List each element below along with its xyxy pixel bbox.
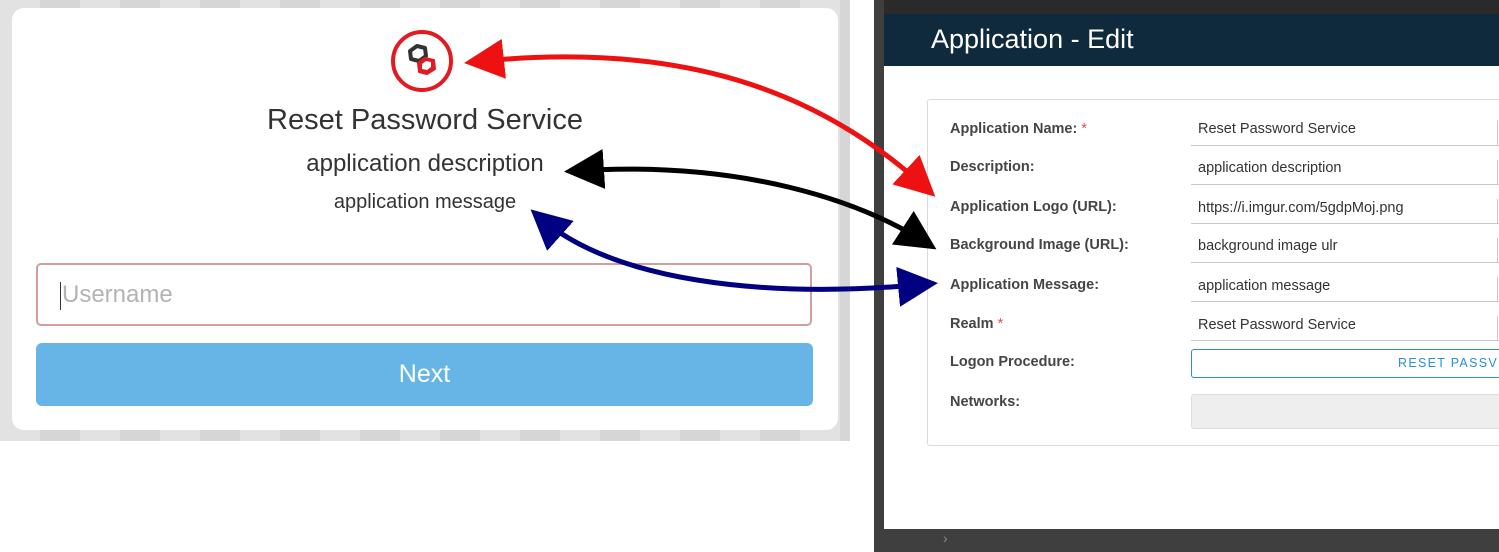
message-mapping-arrow xyxy=(530,209,938,307)
description-mapping-arrow xyxy=(564,149,937,250)
annotation-arrows xyxy=(464,38,938,307)
